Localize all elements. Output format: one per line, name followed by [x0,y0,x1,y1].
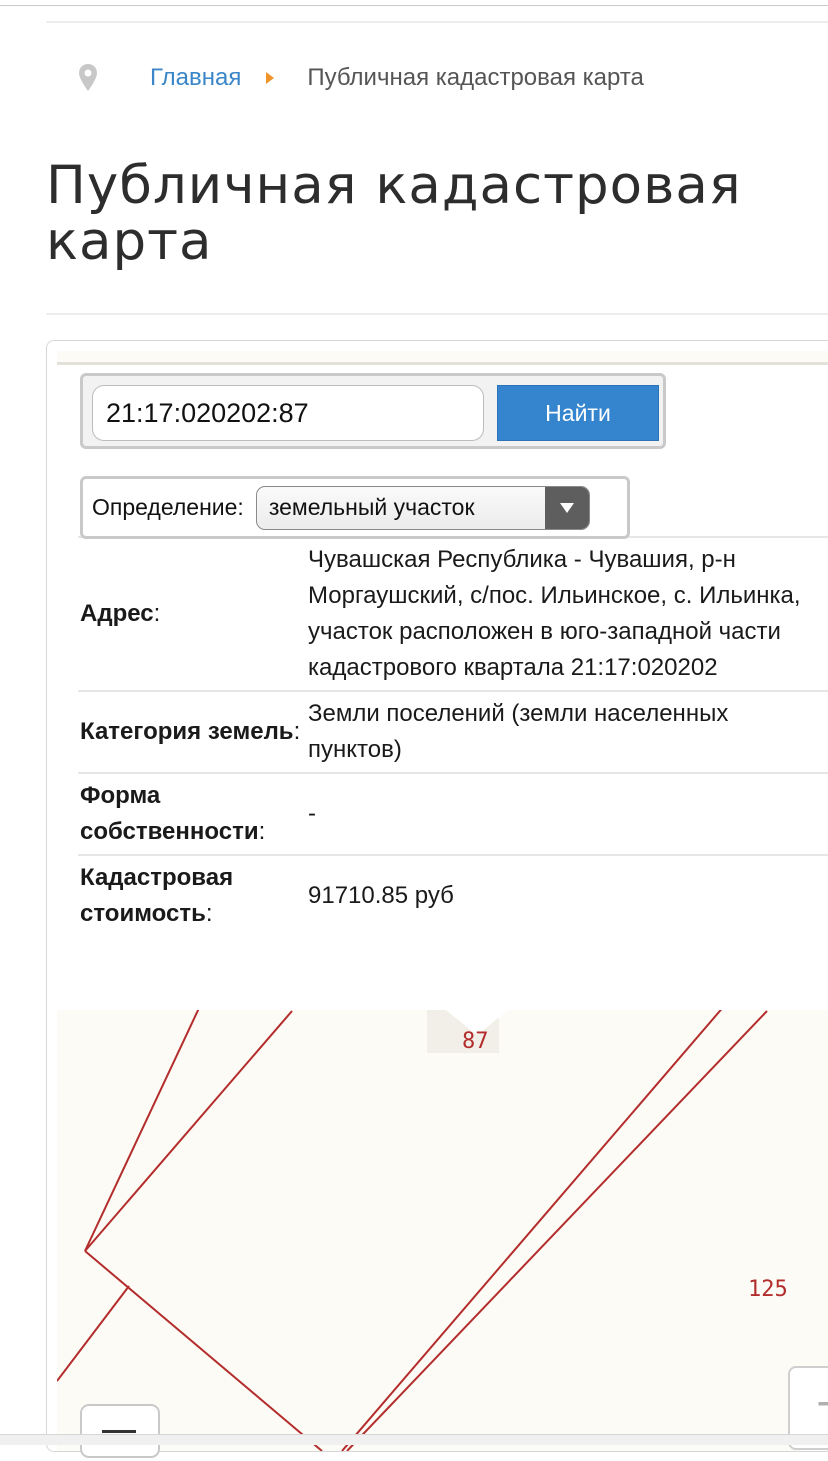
info-key-address: Адрес [80,600,154,627]
dropdown-arrow-icon[interactable] [544,486,589,529]
info-key-cost: Кадастровая стоимость [80,864,234,927]
plus-icon: + [814,1378,828,1427]
info-value-cost: 91710.85 руб [308,882,454,909]
cadastral-number-input[interactable] [92,385,484,441]
info-key-category: Категория земель [80,718,294,745]
layers-icon [102,1430,136,1433]
definition-selected-value: земельный участок [268,494,475,520]
info-value-ownership: - [308,800,316,827]
info-value-address: Чувашская Республика - Чувашия, р-н Морг… [308,546,801,681]
parcel-info-table: Адрес: Чувашская Республика - Чувашия, р… [78,484,828,936]
definition-select[interactable]: земельный участок [255,485,590,530]
layers-button[interactable] [80,1404,160,1458]
table-row: Адрес: Чувашская Республика - Чувашия, р… [78,537,828,691]
info-key-ownership: Форма собственности [80,782,259,845]
info-value-category: Земли поселений (земли населенных пункто… [308,700,729,763]
find-button[interactable]: Найти [497,385,659,441]
table-row: Кадастровая стоимость: 91710.85 руб [78,855,828,936]
table-row: Форма собственности: - [78,773,828,855]
table-row: Категория земель: Земли поселений (земли… [78,691,828,773]
cadastral-search-bar: Найти [80,373,666,449]
parcel-number-label: 87 [462,1029,489,1054]
definition-label: Определение: [92,494,244,520]
neighbor-parcel-label: 125 [748,1277,788,1302]
bottom-bar [0,1434,828,1445]
definition-bar: Определение: земельный участок [80,476,630,539]
